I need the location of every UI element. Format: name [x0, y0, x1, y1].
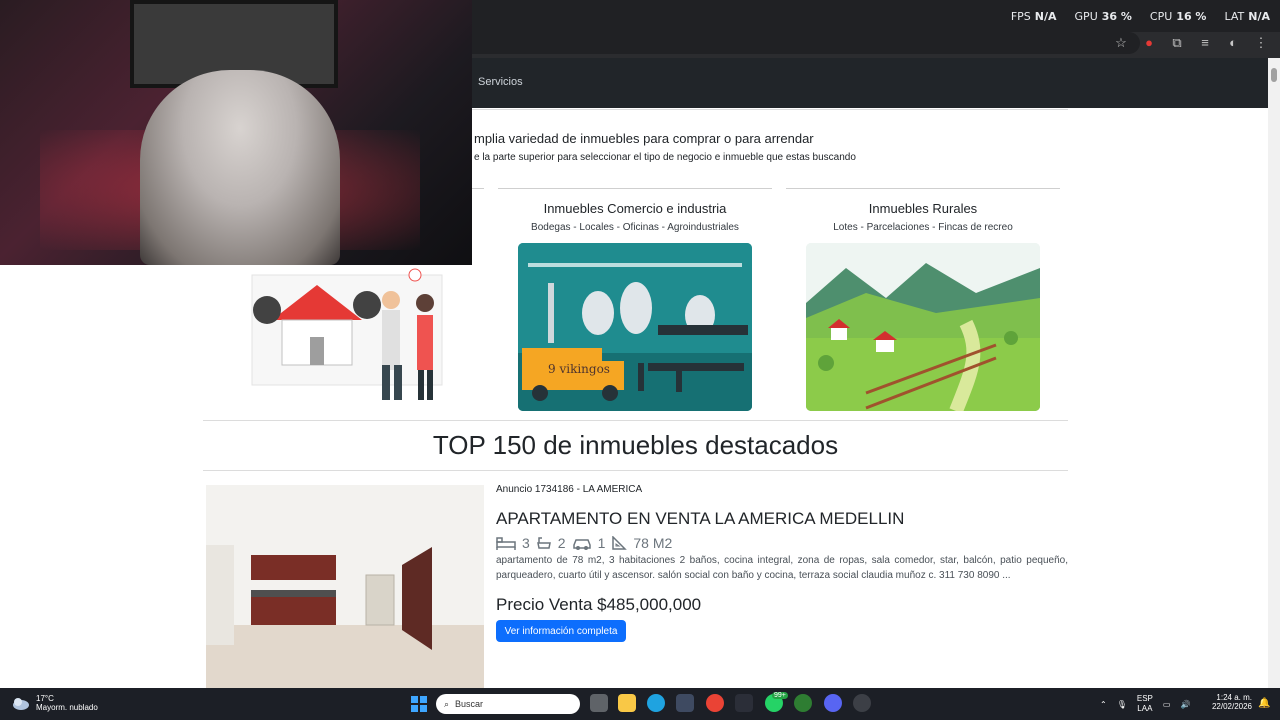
volume-icon[interactable]: 🔊 [1180, 700, 1190, 709]
windows-taskbar [0, 688, 1280, 720]
area-value: 78 M2 [633, 535, 673, 551]
gpu-value: 36 % [1101, 10, 1132, 23]
webcam-person [140, 70, 340, 265]
card-title: Inmuebles Rurales [868, 201, 978, 216]
fps-label: FPS [1010, 10, 1031, 23]
task-view-icon[interactable] [590, 694, 608, 712]
clock-date: 22/02/2026 [1211, 702, 1252, 711]
view-details-button[interactable]: Ver información completa [496, 620, 626, 642]
menu-kebab-icon[interactable]: ⋮ [1252, 34, 1270, 52]
network-icon[interactable]: ▭ [1163, 700, 1171, 709]
urban-property-illustration[interactable] [232, 265, 462, 405]
section-divider-top [203, 420, 1068, 421]
weather-widget[interactable]: 17°C Mayorm. nublado [12, 694, 98, 712]
category-card-rural[interactable]: Inmuebles Rurales Lotes - Parcelaciones … [786, 188, 1060, 233]
listing-meta: Anuncio 1734186 - LA AMERICA [496, 484, 643, 495]
taskbar-search-placeholder: Buscar [455, 699, 484, 709]
windows-start-icon[interactable] [411, 696, 427, 712]
featured-section-title: TOP 150 de inmuebles destacados [432, 430, 839, 460]
card-rule [498, 188, 772, 189]
weather-temperature: 17°C [36, 694, 54, 703]
toolbar-icons: ☆ ● ⧉ ≡ ◐ ⋮ [1112, 34, 1270, 52]
card-subtitle: Lotes - Parcelaciones - Fincas de recreo [833, 222, 1013, 233]
rural-property-illustration[interactable] [806, 243, 1040, 411]
triangle-app-icon[interactable] [735, 694, 753, 712]
language-top: ESP [1136, 694, 1153, 703]
listing-title[interactable]: APARTAMENTO EN VENTA LA AMERICA MEDELLIN [496, 509, 904, 529]
taskbar-clock[interactable]: 1:24 a. m. 22/02/2026 [1208, 693, 1252, 711]
fps-value: N/A [1034, 10, 1057, 23]
card-title: Inmuebles Comercio e industria [543, 201, 727, 216]
nav-link-servicios[interactable]: Servicios [478, 76, 523, 88]
store-icon[interactable] [676, 694, 694, 712]
clock-time: 1:24 a. m. [1216, 693, 1252, 702]
discord-icon[interactable] [824, 694, 842, 712]
extensions-puzzle-icon[interactable]: ⧉ [1168, 34, 1186, 52]
listing-description: apartamento de 78 m2, 3 habitaciones 2 b… [496, 555, 1068, 581]
cpu-metric: CPU 16 % [1150, 10, 1207, 23]
taskbar-search[interactable]: ⌕ Buscar [436, 694, 580, 714]
card-rule [786, 188, 1060, 189]
section-divider-bottom [203, 470, 1068, 471]
category-card-industry[interactable]: Inmuebles Comercio e industria Bodegas -… [498, 188, 772, 233]
extension-red-icon[interactable]: ● [1140, 34, 1158, 52]
file-explorer-icon[interactable] [618, 694, 636, 712]
lat-metric: LAT N/A [1224, 10, 1270, 23]
lat-value: N/A [1248, 10, 1270, 23]
profile-avatar-icon[interactable]: ◐ [1224, 34, 1242, 52]
car-icon [572, 539, 591, 550]
chrome-browser-icon[interactable] [706, 694, 724, 712]
search-icon: ⌕ [444, 698, 450, 709]
u-app-icon[interactable] [794, 694, 812, 712]
language-bottom: LAA [1137, 704, 1153, 713]
obs-record-icon[interactable] [853, 694, 871, 712]
listing-features: 3 2 1 78 M2 [496, 535, 672, 551]
notification-bell-icon[interactable]: 🔔 [1258, 698, 1270, 709]
cpu-value: 16 % [1176, 10, 1207, 23]
area-ruler-icon [612, 536, 628, 550]
gpu-metric: GPU 36 % [1075, 10, 1132, 23]
listing-photo[interactable] [206, 485, 484, 688]
lat-label: LAT [1224, 10, 1245, 23]
media-control-icon[interactable]: ≡ [1196, 34, 1214, 52]
edge-browser-icon[interactable] [647, 694, 665, 712]
bath-icon [536, 537, 551, 549]
cpu-label: CPU [1149, 10, 1173, 23]
system-tray: ⌃ 🎙 ESP LAA ▭ 🔊 [1100, 694, 1190, 714]
performance-overlay: FPS N/A GPU 36 % CPU 16 % LAT N/A [1011, 10, 1270, 23]
cloud-weather-icon [13, 698, 29, 710]
bed-icon [496, 537, 516, 550]
listing-price: Precio Venta $485,000,000 [496, 595, 702, 614]
address-bar[interactable] [470, 32, 1140, 54]
scrollbar-thumb[interactable] [1271, 68, 1277, 82]
industry-property-illustration[interactable]: 9 vikingos [518, 243, 752, 411]
tray-chevron-up-icon[interactable]: ⌃ [1100, 700, 1107, 709]
weather-condition: Mayorm. nublado [36, 703, 98, 712]
microphone-icon[interactable]: 🎙 [1117, 700, 1127, 709]
intro-heading: mplia variedad de inmuebles para comprar… [474, 131, 814, 146]
card-subtitle: Bodegas - Locales - Oficinas - Agroindus… [531, 222, 739, 233]
bookmark-star-icon[interactable]: ☆ [1112, 34, 1130, 52]
language-indicator[interactable]: ESP LAA [1137, 694, 1153, 714]
gpu-label: GPU [1074, 10, 1098, 23]
whatsapp-badge: 99+ [772, 692, 788, 699]
intro-subtext: e la parte superior para seleccionar el … [474, 152, 856, 163]
truck-logo-text: 9 vikingos [548, 362, 610, 376]
bedrooms-count: 3 [522, 535, 530, 551]
bathrooms-count: 2 [557, 535, 566, 551]
parking-count: 1 [597, 535, 606, 551]
fps-metric: FPS N/A [1011, 10, 1057, 23]
page-scrollbar[interactable] [1268, 58, 1280, 688]
webcam-overlay [0, 0, 472, 265]
